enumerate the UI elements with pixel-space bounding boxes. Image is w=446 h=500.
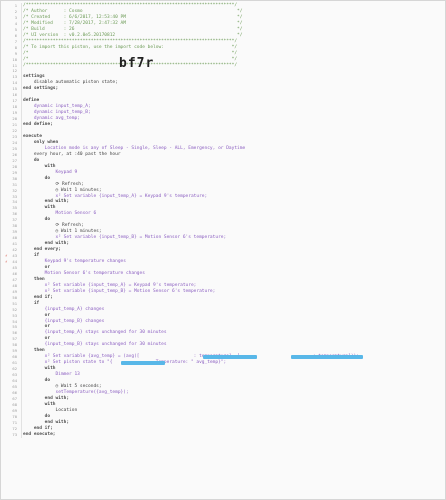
code-listing: 1/**************************************… <box>1 3 445 438</box>
code-text: end execute; <box>23 431 56 437</box>
redacted-device-bar <box>121 361 165 366</box>
redacted-device-bar <box>291 355 363 360</box>
import-code[interactable]: bf7r <box>119 56 154 71</box>
piston-code-view: 1/**************************************… <box>0 0 446 500</box>
code-line: 73 end execute; <box>1 431 445 438</box>
line-number: 73 <box>12 431 17 437</box>
redacted-device-bar <box>203 355 257 360</box>
gutter-divider <box>21 431 22 438</box>
